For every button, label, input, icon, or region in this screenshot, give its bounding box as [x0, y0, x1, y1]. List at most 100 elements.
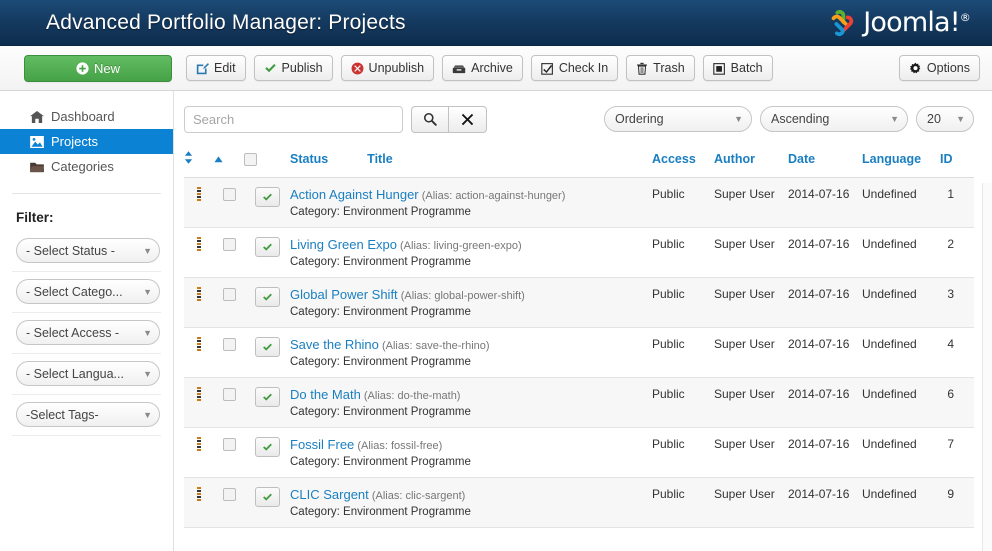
published-check-icon [262, 492, 273, 503]
column-ordering-sort[interactable] [184, 147, 214, 178]
row-author: Super User [714, 427, 788, 478]
status-toggle-button[interactable] [254, 387, 280, 407]
project-title-link[interactable]: Global Power Shift [290, 287, 398, 302]
drag-handle-icon[interactable] [197, 187, 201, 201]
project-category: Category: Environment Programme [290, 506, 471, 518]
check-in-button[interactable]: Check In [530, 55, 619, 81]
page-scroll-edge[interactable] [982, 183, 992, 551]
table-row: Global Power Shift (Alias: global-power-… [184, 277, 974, 328]
row-title-cell: Do the Math (Alias: do-the-math) Category… [290, 377, 652, 428]
plus-circle-icon [76, 61, 89, 75]
archive-button[interactable]: Archive [442, 55, 523, 81]
row-checkbox-cell [214, 377, 244, 428]
row-language: Undefined [862, 277, 940, 328]
table-row: Save the Rhino (Alias: save-the-rhino) Ca… [184, 327, 974, 378]
project-alias: (Alias: do-the-math) [360, 390, 461, 402]
project-title-link[interactable]: Fossil Free [290, 437, 354, 452]
edit-button[interactable]: Edit [186, 55, 246, 81]
project-category: Category: Environment Programme [290, 406, 471, 418]
status-toggle-button[interactable] [254, 437, 280, 457]
project-title-link[interactable]: Action Against Hunger [290, 187, 419, 202]
search-submit-button[interactable] [411, 105, 449, 133]
row-checkbox-cell [214, 477, 244, 528]
column-access[interactable]: Access [652, 147, 714, 178]
unpublish-button[interactable]: Unpublish [340, 55, 435, 81]
filter-divider [12, 353, 161, 354]
published-check-icon [262, 242, 273, 253]
drag-handle-icon[interactable] [197, 487, 201, 501]
filter-tags-label: -Select Tags- [26, 407, 99, 422]
pencil-square-icon [196, 62, 209, 75]
row-id: 4 [940, 327, 974, 378]
row-checkbox[interactable] [222, 238, 236, 252]
status-toggle-button[interactable] [254, 187, 280, 207]
sort-direction-select[interactable]: Ascending ▼ [760, 106, 908, 132]
row-id: 6 [940, 377, 974, 428]
filter-tags-select[interactable]: -Select Tags- ▼ [16, 402, 160, 427]
published-check-icon [262, 392, 273, 403]
filter-status-label: - Select Status - [26, 243, 115, 258]
joomla-brand: Joomla!® [827, 7, 980, 38]
select-all-checkbox[interactable] [244, 153, 257, 167]
search-input[interactable] [184, 105, 403, 133]
status-toggle-button[interactable] [254, 287, 280, 307]
drag-handle-icon[interactable] [197, 387, 201, 401]
filter-language-select[interactable]: - Select Langua... ▼ [16, 361, 160, 386]
trash-button[interactable]: Trash [626, 55, 695, 81]
project-title-link[interactable]: Living Green Expo [290, 237, 397, 252]
row-checkbox[interactable] [222, 188, 236, 202]
sidebar-item-categories[interactable]: Categories [0, 154, 173, 179]
new-button[interactable]: New [24, 54, 172, 82]
drag-handle-icon[interactable] [197, 287, 201, 301]
drag-handle-icon[interactable] [197, 337, 201, 351]
column-select-all[interactable] [244, 147, 290, 178]
row-checkbox[interactable] [222, 288, 236, 302]
project-title-link[interactable]: Save the Rhino [290, 337, 379, 352]
row-drag-handle-cell [184, 277, 214, 328]
column-sort-asc[interactable] [214, 147, 244, 178]
row-checkbox[interactable] [222, 488, 236, 502]
project-alias: (Alias: clic-sargent) [368, 490, 466, 502]
ordering-label: Ordering [615, 112, 664, 126]
row-checkbox[interactable] [222, 438, 236, 452]
list-limit-select[interactable]: 20 ▼ [916, 106, 974, 132]
drag-handle-icon[interactable] [197, 237, 201, 251]
row-checkbox[interactable] [222, 338, 236, 352]
column-status-label: Status [290, 152, 329, 166]
filter-status-select[interactable]: - Select Status - ▼ [16, 238, 160, 263]
row-title-cell: Action Against Hunger (Alias: action-aga… [290, 177, 652, 228]
row-access: Public [652, 427, 714, 478]
status-toggle-button[interactable] [254, 237, 280, 257]
publish-button[interactable]: Publish [253, 55, 333, 81]
row-title-cell: Fossil Free (Alias: fossil-free) Category… [290, 427, 652, 478]
project-alias: (Alias: save-the-rhino) [378, 340, 490, 352]
filter-category-select[interactable]: - Select Catego... ▼ [16, 279, 160, 304]
column-language[interactable]: Language [862, 147, 940, 178]
batch-button[interactable]: Batch [702, 55, 773, 81]
row-checkbox-cell [214, 327, 244, 378]
column-id[interactable]: ID [940, 147, 974, 178]
column-date[interactable]: Date [788, 147, 862, 178]
sidebar-item-projects[interactable]: Projects [0, 129, 173, 154]
joomla-logo-icon [827, 8, 857, 38]
project-title-link[interactable]: Do the Math [290, 387, 361, 402]
column-author[interactable]: Author [714, 147, 788, 178]
column-status-title[interactable]: Status Title [290, 147, 652, 178]
sidebar-item-dashboard[interactable]: Dashboard [0, 104, 173, 129]
ordering-select[interactable]: Ordering ▼ [604, 106, 752, 132]
row-checkbox[interactable] [222, 388, 236, 402]
status-toggle-button[interactable] [254, 337, 280, 357]
drag-handle-icon[interactable] [197, 437, 201, 451]
row-author: Super User [714, 327, 788, 378]
sort-icon [184, 151, 193, 164]
status-toggle-button[interactable] [254, 487, 280, 507]
search-clear-button[interactable] [449, 105, 487, 133]
batch-button-label: Batch [730, 61, 763, 75]
filter-divider [12, 394, 161, 395]
page-title: Advanced Portfolio Manager: Projects [46, 10, 406, 34]
chevron-down-icon: ▼ [143, 245, 152, 256]
project-title-link[interactable]: CLIC Sargent [290, 487, 369, 502]
row-date: 2014-07-16 [788, 227, 862, 278]
options-button[interactable]: Options [898, 55, 980, 81]
filter-access-select[interactable]: - Select Access - ▼ [16, 320, 160, 345]
